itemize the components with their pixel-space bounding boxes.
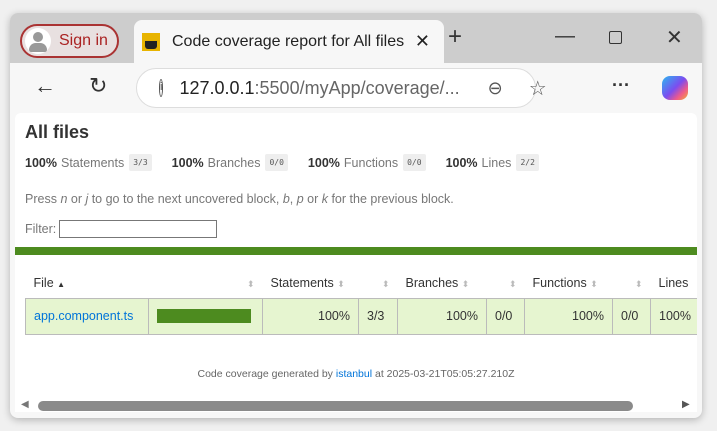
close-icon[interactable]: ✕: [415, 31, 430, 52]
fraction-badge: 3/3: [129, 154, 152, 171]
profile-icon: [25, 28, 51, 54]
label: Branches: [207, 155, 261, 170]
functions-raw: 0/0: [612, 297, 651, 335]
scroll-right-icon[interactable]: ▶: [682, 399, 690, 410]
pct: 100%: [445, 155, 478, 170]
fraction-badge: 2/2: [516, 154, 539, 171]
browser-window: Sign in Code coverage report for All fil…: [10, 13, 702, 418]
info-icon[interactable]: i: [159, 79, 164, 97]
filter-label: Filter:: [25, 222, 57, 236]
pct: 100%: [25, 155, 57, 170]
header-functions[interactable]: Functions ⬍: [525, 268, 613, 298]
maximize-icon[interactable]: [609, 31, 622, 44]
window-close-icon[interactable]: ✕: [666, 25, 683, 50]
table-header: File ▲ ⬍ Statements ⬍ ⬍ Branches ⬍ ⬍ Fun…: [26, 268, 698, 298]
header-lines[interactable]: Lines: [651, 268, 698, 298]
tab-strip: Sign in Code coverage report for All fil…: [10, 13, 702, 63]
scrollbar-thumb[interactable]: [38, 401, 633, 411]
header-functions-raw[interactable]: ⬍: [613, 268, 651, 298]
fraction-badge: 0/0: [265, 154, 288, 171]
refresh-icon[interactable]: ↻: [89, 73, 107, 99]
more-icon[interactable]: ···: [612, 75, 630, 96]
url-path: :5500/myApp/coverage/...: [254, 77, 460, 98]
favorite-star-icon[interactable]: ☆: [529, 76, 547, 101]
coverage-status-bar: [15, 247, 697, 255]
sign-in-button[interactable]: Sign in: [20, 24, 119, 58]
header-statements[interactable]: Statements ⬍: [263, 268, 359, 298]
horizontal-scrollbar[interactable]: ◀ ▶: [15, 397, 697, 412]
header-file-bar[interactable]: ⬍: [149, 268, 263, 298]
coverage-bar-cell: [148, 297, 263, 335]
scroll-left-icon[interactable]: ◀: [21, 399, 29, 410]
coverage-summary: 100% Statements 3/3 100% Branches 0/0 100% Fu…: [25, 154, 559, 171]
statements-pct: 100%: [262, 297, 359, 335]
tab-title: Code coverage report for All files: [172, 32, 405, 50]
summary-branches: 100% Branches 0/0: [172, 154, 288, 171]
url-host: 127.0.0.1: [179, 77, 255, 98]
file-link[interactable]: app.component.ts: [34, 309, 133, 323]
minimize-icon[interactable]: —: [555, 25, 575, 48]
istanbul-link[interactable]: istanbul: [336, 368, 372, 380]
label: Functions: [343, 155, 399, 170]
header-statements-raw[interactable]: ⬍: [359, 268, 398, 298]
filter: Filter:: [25, 220, 218, 238]
lines-pct: 100%: [650, 297, 697, 335]
new-tab-icon[interactable]: +: [448, 23, 462, 51]
keyboard-hint: Press n or j to go to the next uncovered…: [25, 192, 454, 206]
zoom-out-icon[interactable]: ⊖: [488, 78, 503, 99]
summary-statements: 100% Statements 3/3: [25, 154, 152, 171]
back-icon[interactable]: ←: [34, 73, 56, 99]
summary-lines: 100% Lines 2/2: [446, 154, 539, 171]
tab-active[interactable]: Code coverage report for All files ✕: [134, 20, 444, 63]
toolbar: ← ↻ i 127.0.0.1:5500/myApp/coverage/... …: [10, 63, 702, 113]
page-content: All files 100% Statements 3/3 100% Branches…: [15, 113, 697, 412]
sign-in-label: Sign in: [59, 32, 108, 49]
filter-input[interactable]: [59, 220, 218, 238]
header-file[interactable]: File ▲: [26, 268, 149, 298]
statements-raw: 3/3: [358, 297, 398, 335]
fraction-badge: 0/0: [403, 154, 426, 171]
summary-functions: 100% Functions 0/0: [308, 154, 426, 171]
header-branches[interactable]: Branches ⬍: [398, 268, 487, 298]
copilot-icon[interactable]: [662, 76, 688, 100]
coverage-bar: [157, 309, 251, 323]
branches-pct: 100%: [397, 297, 487, 335]
pct: 100%: [171, 155, 204, 170]
address-bar[interactable]: i 127.0.0.1:5500/myApp/coverage/... ⊖ ☆: [136, 68, 547, 108]
table-row: app.component.ts 100% 3/3 100% 0/0 100% …: [25, 297, 697, 335]
page-title: All files: [25, 122, 90, 142]
label: Statements: [60, 155, 125, 170]
functions-pct: 100%: [524, 297, 613, 335]
coverage-table: File ▲ ⬍ Statements ⬍ ⬍ Branches ⬍ ⬍ Fun…: [25, 268, 697, 335]
footer: Code coverage generated by istanbul at 2…: [197, 368, 515, 380]
pct: 100%: [307, 155, 340, 170]
favicon: [142, 32, 160, 51]
header-branches-raw[interactable]: ⬍: [487, 268, 525, 298]
label: Lines: [481, 155, 512, 170]
file-cell: app.component.ts: [25, 297, 149, 335]
branches-raw: 0/0: [486, 297, 525, 335]
